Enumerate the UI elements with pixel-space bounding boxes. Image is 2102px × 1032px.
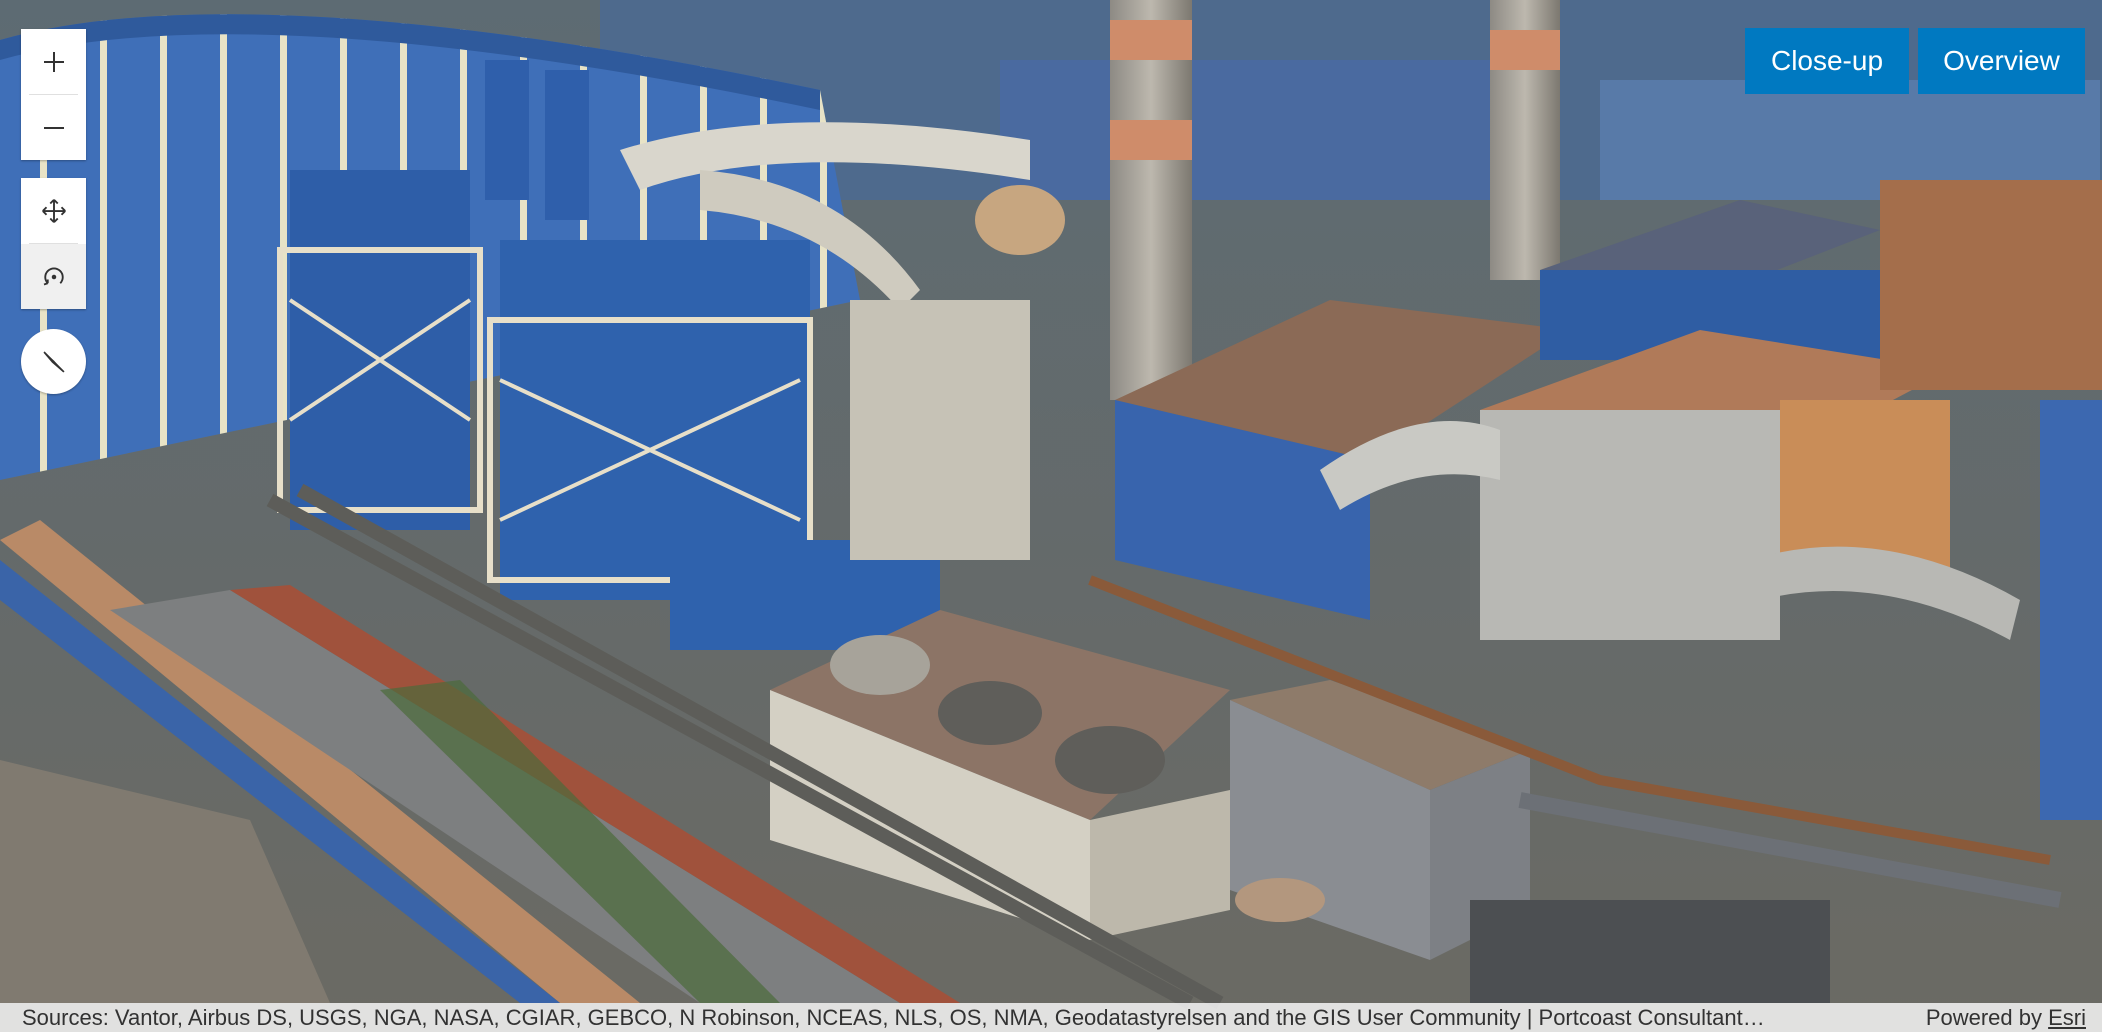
compass-button[interactable] — [21, 329, 86, 394]
attribution-sources[interactable]: Sources: Vantor, Airbus DS, USGS, NGA, N… — [22, 1005, 1926, 1031]
move-arrows-icon — [41, 198, 66, 223]
rotate-icon — [43, 267, 64, 285]
plus-icon — [43, 51, 64, 72]
zoom-controls — [21, 29, 86, 160]
boiler-unit-1 — [290, 170, 470, 530]
navigation-toggle — [21, 178, 86, 309]
minus-icon — [43, 126, 64, 129]
compass-needle-icon — [42, 350, 65, 373]
attribution-bar[interactable]: Sources: Vantor, Airbus DS, USGS, NGA, N… — [0, 1003, 2102, 1032]
aerial-3d-scene[interactable] — [0, 0, 2102, 1032]
overview-button[interactable]: Overview — [1918, 28, 2085, 94]
closeup-button[interactable]: Close-up — [1745, 28, 1909, 94]
cooling-tank-2 — [938, 681, 1042, 745]
cooling-tank-3 — [1055, 726, 1165, 794]
powered-by-label: Powered by — [1925, 1004, 2049, 1030]
pan-mode-button[interactable] — [21, 178, 86, 243]
cooling-tank-1 — [830, 635, 930, 695]
map-view[interactable]: Close-up Overview Sources: Vantor, Airbu… — [0, 0, 2102, 1032]
zoom-in-button[interactable] — [21, 29, 86, 94]
powered-by: Powered by Esri — [1926, 1005, 2086, 1031]
esri-link[interactable]: Esri — [2048, 1005, 2086, 1030]
zoom-out-button[interactable] — [21, 95, 86, 160]
rotate-mode-button[interactable] — [21, 244, 86, 309]
